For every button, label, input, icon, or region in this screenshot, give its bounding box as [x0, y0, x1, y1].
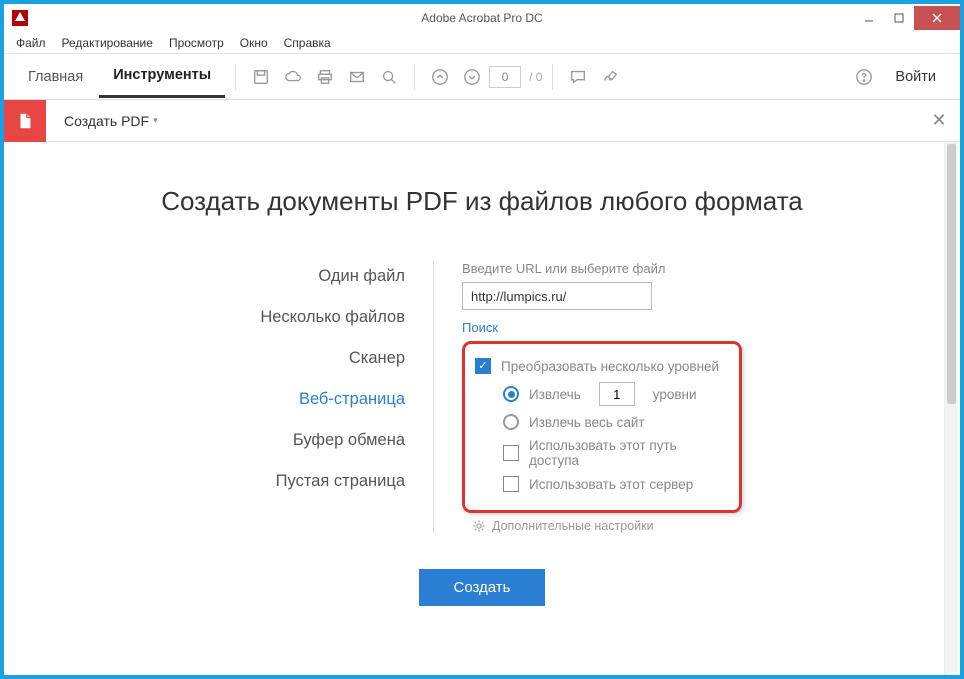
levels-input[interactable]	[599, 382, 635, 406]
comment-icon[interactable]	[563, 62, 593, 92]
print-icon[interactable]	[310, 62, 340, 92]
option-blank-page[interactable]: Пустая страница	[276, 472, 405, 491]
content-area: Создать документы PDF из файлов любого ф…	[4, 142, 960, 675]
create-button[interactable]: Создать	[419, 569, 544, 606]
gear-icon	[472, 519, 486, 533]
more-settings-link[interactable]: Дополнительные настройки	[462, 519, 920, 533]
page-up-icon[interactable]	[425, 62, 455, 92]
option-multiple-files[interactable]: Несколько файлов	[260, 308, 405, 327]
extract-site-label: Извлечь весь сайт	[529, 415, 645, 430]
window-title: Adobe Acrobat Pro DC	[4, 11, 960, 25]
levels-settings-box: ✓ Преобразовать несколько уровней Извлеч…	[462, 341, 742, 513]
search-link[interactable]: Поиск	[462, 320, 920, 335]
use-path-checkbox[interactable]	[503, 445, 519, 461]
scroll-thumb[interactable]	[947, 144, 956, 404]
titlebar: Adobe Acrobat Pro DC	[4, 4, 960, 32]
page-total: / 0	[529, 70, 542, 84]
toolbar: Главная Инструменты 0 / 0 Войти	[4, 54, 960, 100]
login-button[interactable]: Войти	[881, 69, 950, 85]
cloud-icon[interactable]	[278, 62, 308, 92]
tab-home[interactable]: Главная	[14, 57, 97, 97]
option-scanner[interactable]: Сканер	[349, 349, 405, 368]
chevron-down-icon: ▾	[153, 115, 158, 126]
page-heading: Создать документы PDF из файлов любого ф…	[4, 186, 960, 217]
use-server-label: Использовать этот сервер	[529, 477, 693, 492]
url-label: Введите URL или выберите файл	[462, 261, 920, 276]
menu-edit[interactable]: Редактирование	[56, 34, 159, 52]
menu-window[interactable]: Окно	[234, 34, 274, 52]
use-server-checkbox[interactable]	[503, 476, 519, 492]
extract-prefix: Извлечь	[529, 387, 581, 402]
settings-panel: Введите URL или выберите файл Поиск ✓ Пр…	[434, 261, 920, 533]
extract-levels-radio[interactable]	[503, 386, 519, 402]
help-icon[interactable]	[849, 62, 879, 92]
menubar: Файл Редактирование Просмотр Окно Справк…	[4, 32, 960, 54]
option-web-page[interactable]: Веб-страница	[299, 390, 405, 409]
tab-tools[interactable]: Инструменты	[99, 55, 225, 98]
option-single-file[interactable]: Один файл	[318, 267, 405, 286]
source-options: Один файл Несколько файлов Сканер Веб-ст…	[4, 261, 434, 533]
scrollbar[interactable]	[944, 142, 958, 675]
page-number-input[interactable]: 0	[489, 66, 521, 88]
use-path-label: Использовать этот путь доступа	[529, 438, 723, 468]
close-tool-button[interactable]: ✕	[918, 110, 960, 131]
menu-view[interactable]: Просмотр	[163, 34, 230, 52]
tool-subbar: Создать PDF▾ ✕	[4, 100, 960, 142]
option-clipboard[interactable]: Буфер обмена	[293, 431, 405, 450]
save-icon[interactable]	[246, 62, 276, 92]
search-icon[interactable]	[374, 62, 404, 92]
url-input[interactable]	[462, 282, 652, 310]
extract-suffix: уровни	[653, 387, 697, 402]
menu-file[interactable]: Файл	[10, 34, 52, 52]
menu-help[interactable]: Справка	[278, 34, 337, 52]
convert-levels-checkbox[interactable]: ✓	[475, 358, 491, 374]
create-pdf-dropdown[interactable]: Создать PDF▾	[46, 113, 176, 129]
page-down-icon[interactable]	[457, 62, 487, 92]
extract-site-radio[interactable]	[503, 414, 519, 430]
mail-icon[interactable]	[342, 62, 372, 92]
create-pdf-icon	[4, 100, 46, 142]
sign-icon[interactable]	[595, 62, 625, 92]
app-window: Adobe Acrobat Pro DC Файл Редактирование…	[0, 0, 964, 679]
convert-levels-label: Преобразовать несколько уровней	[501, 359, 719, 374]
